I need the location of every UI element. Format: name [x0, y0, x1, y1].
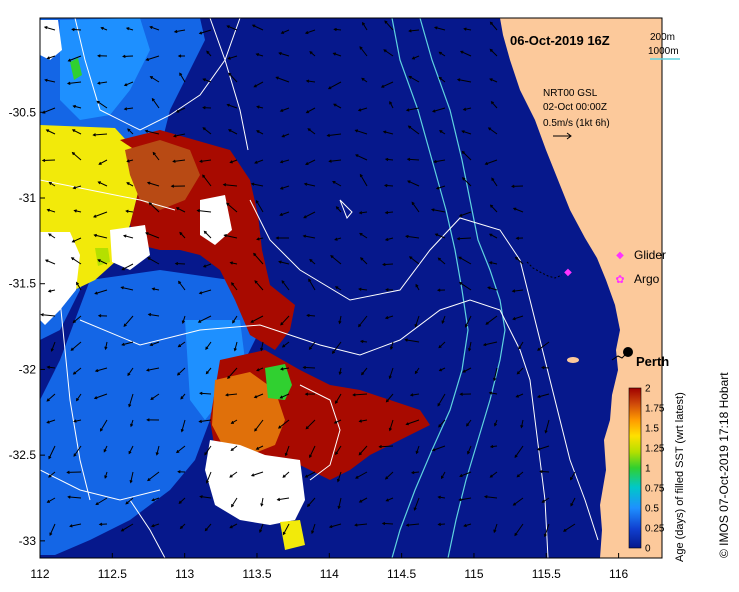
colorbar-tick-label: 0.5: [645, 504, 659, 515]
perth-label: Perth: [636, 354, 669, 369]
current-date-label: 02-Oct 00:00Z: [543, 102, 607, 113]
colorbar-gradient: [628, 387, 642, 549]
colorbar-tick-label: 0: [645, 544, 651, 555]
y-tick-label: -33: [19, 534, 37, 548]
map-plot-area: ◆: [40, 18, 662, 558]
colorbar-tick-label: 0.75: [645, 484, 665, 495]
colorbar-tick-label: 0.25: [645, 524, 665, 535]
depth-contour-label-200m: 200m: [650, 32, 675, 43]
argo-legend-label: Argo: [634, 272, 660, 286]
sst-age-map: ◆ 112 112.5 113 113.5 114 114.5 115 115.5 116 -3…: [9, 17, 731, 581]
y-tick-label: -31.5: [9, 277, 37, 291]
glider-legend-icon: ◆: [616, 250, 624, 261]
x-tick-label: 115.5: [532, 567, 561, 581]
depth-contour-label-1000m: 1000m: [648, 46, 679, 57]
x-tick-label: 112.5: [98, 567, 127, 581]
colorbar-tick-label: 2: [645, 384, 651, 395]
colorbar-tick-label: 1.5: [645, 424, 659, 435]
y-tick-label: -30.5: [9, 105, 37, 119]
colorbar-tick-label: 1.75: [645, 404, 665, 415]
current-scale-label: 0.5m/s (1kt 6h): [543, 118, 610, 129]
x-tick-label: 116: [609, 567, 628, 581]
colorbar-tick-label: 1.25: [645, 444, 665, 455]
x-tick-label: 114: [320, 567, 339, 581]
y-tick-label: -32: [19, 362, 37, 376]
y-tick-label: -32.5: [9, 448, 37, 462]
x-tick-label: 114.5: [387, 567, 416, 581]
y-tick-label: -31: [19, 191, 37, 205]
colorbar-tick-label: 1: [645, 464, 651, 475]
map-title: 06-Oct-2019 16Z: [510, 33, 610, 48]
colorbar-label: Age (days) of filled SST (wrt latest): [674, 392, 686, 562]
rottnest-island: [567, 357, 579, 363]
x-tick-label: 113: [175, 567, 194, 581]
glider-marker-icon: ◆: [564, 267, 572, 278]
imos-credit: © IMOS 07-Oct-2019 17:18 Hobart: [717, 372, 731, 558]
x-tick-label: 113.5: [242, 567, 271, 581]
current-vector: [42, 159, 56, 161]
argo-legend-icon: ✿: [615, 274, 624, 286]
x-tick-label: 115: [464, 567, 483, 581]
current-source-label: NRT00 GSL: [543, 88, 598, 99]
x-tick-label: 112: [30, 567, 49, 581]
glider-legend-label: Glider: [634, 248, 666, 262]
